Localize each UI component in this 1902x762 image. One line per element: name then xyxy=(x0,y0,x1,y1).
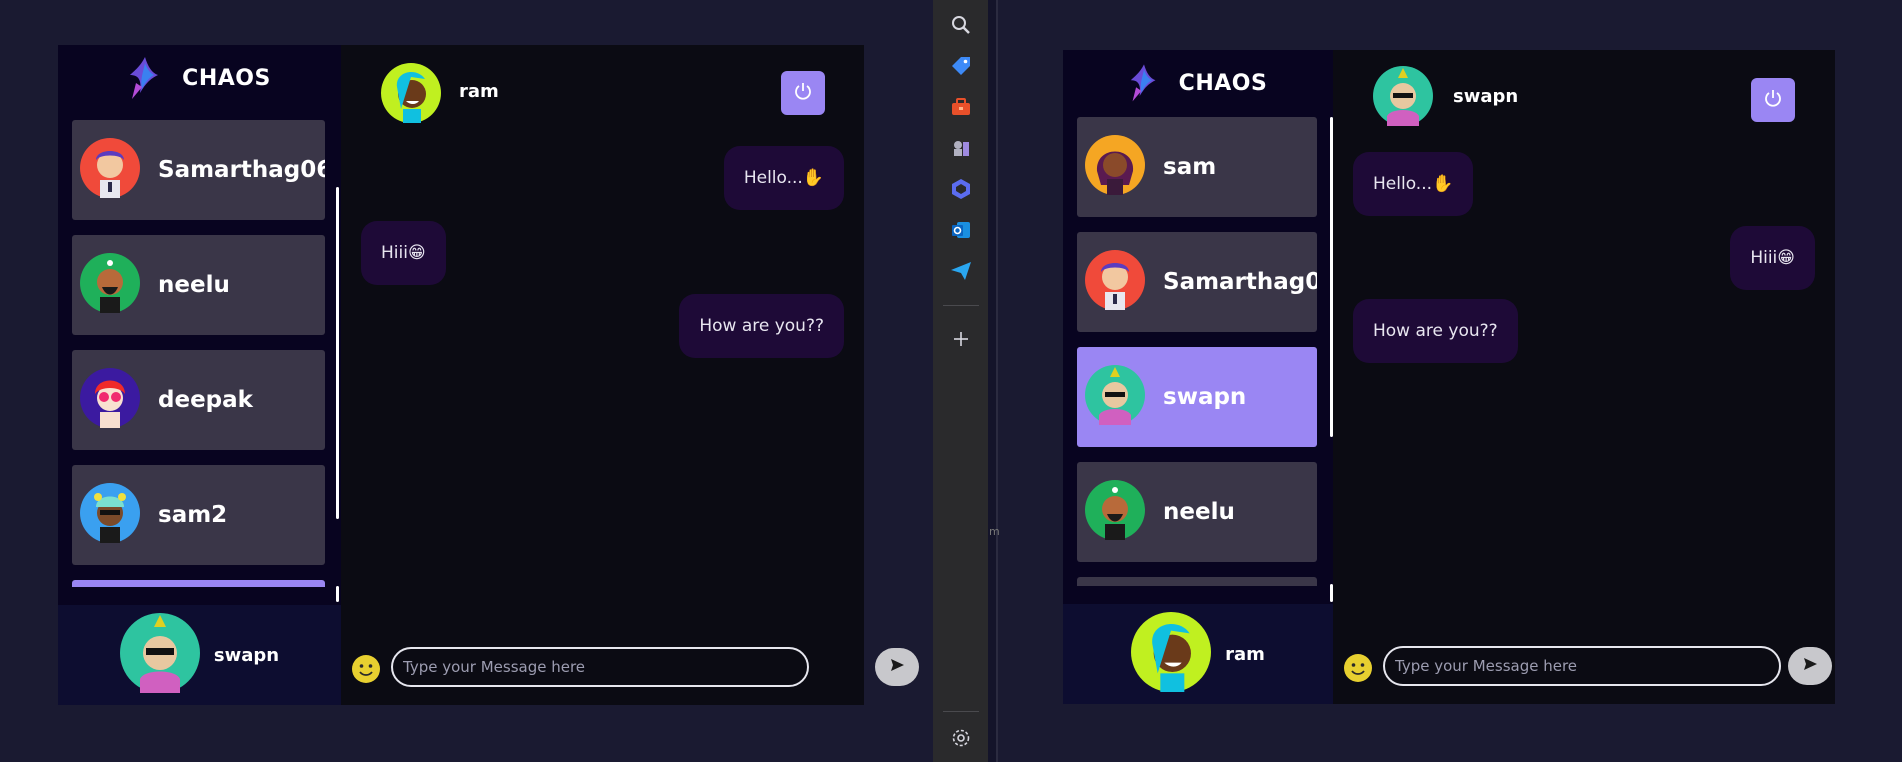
message-received: Hello...✋ xyxy=(1353,152,1474,216)
scrollbar-thumb-lower[interactable] xyxy=(336,586,339,602)
emoji-picker-button[interactable] xyxy=(351,654,381,684)
send-arrow-icon xyxy=(1802,656,1818,676)
message-sent: Hiii😁 xyxy=(1730,226,1815,290)
gear-icon[interactable] xyxy=(945,722,977,754)
contact-item[interactable]: neelu xyxy=(1077,462,1317,562)
contact-item[interactable]: Samarthag06 xyxy=(1077,232,1317,332)
chat-header: swapn xyxy=(1333,50,1835,146)
search-icon[interactable] xyxy=(945,9,977,41)
message-sent: How are you?? xyxy=(679,294,844,358)
power-icon xyxy=(793,81,813,105)
avatar xyxy=(1085,135,1145,199)
contact-item[interactable] xyxy=(1077,577,1317,586)
outlook-icon[interactable] xyxy=(945,214,977,246)
contact-name: neelu xyxy=(1163,499,1235,525)
contact-name: Samarthag06 xyxy=(1163,269,1317,295)
message-received: How are you?? xyxy=(1353,299,1518,363)
contact-list[interactable]: sam Samarthag06 swapn neelu xyxy=(1077,117,1317,586)
power-icon xyxy=(1763,88,1783,112)
message-input[interactable] xyxy=(391,647,809,687)
contact-name: neelu xyxy=(158,272,230,298)
current-user-name: ram xyxy=(1225,643,1265,665)
contact-item[interactable] xyxy=(72,580,325,587)
avatar xyxy=(1085,480,1145,544)
avatar xyxy=(80,368,140,432)
send-button[interactable] xyxy=(875,648,919,686)
contact-item[interactable]: neelu xyxy=(72,235,325,335)
chat-app-right: CHAOS sam Samarthag06 swapn xyxy=(1063,50,1835,704)
chat-partner-name: ram xyxy=(459,81,499,102)
plus-icon[interactable] xyxy=(945,323,977,355)
current-user: swapn xyxy=(58,605,341,705)
message-received: Hiii😁 xyxy=(361,221,446,285)
brand-name: CHAOS xyxy=(182,66,271,91)
avatar xyxy=(80,253,140,317)
contact-list[interactable]: Samarthag06 neelu deepak sam2 xyxy=(72,120,325,587)
chaos-logo-icon xyxy=(128,53,162,105)
chat-panel: ram Hello...✋ Hiii😁 How are you?? xyxy=(341,45,919,705)
brand: CHAOS xyxy=(58,45,341,112)
brand-name: CHAOS xyxy=(1178,71,1268,96)
copilot-icon[interactable] xyxy=(945,173,977,205)
contact-name: Samarthag06 xyxy=(158,157,325,183)
emoji-picker-button[interactable] xyxy=(1343,653,1373,683)
toolbox-icon[interactable] xyxy=(945,91,977,123)
avatar xyxy=(80,483,140,547)
contact-name: swapn xyxy=(1163,384,1247,410)
avatar xyxy=(381,63,441,127)
contact-item[interactable]: sam xyxy=(1077,117,1317,217)
tag-icon[interactable] xyxy=(945,50,977,82)
contact-item-selected[interactable]: swapn xyxy=(1077,347,1317,447)
contacts-panel: CHAOS sam Samarthag06 swapn xyxy=(1063,50,1333,704)
brand: CHAOS xyxy=(1063,50,1333,117)
send-icon[interactable] xyxy=(945,255,977,287)
edge-sidebar xyxy=(933,0,988,762)
contact-name: deepak xyxy=(158,387,253,413)
avatar xyxy=(1085,250,1145,314)
scrollbar-thumb[interactable] xyxy=(336,187,339,519)
current-user-name: swapn xyxy=(213,644,280,666)
chat-header: ram xyxy=(341,45,864,141)
contact-name: sam xyxy=(1163,154,1217,180)
contact-name: sam2 xyxy=(158,502,228,528)
message-composer xyxy=(1333,630,1835,704)
window-edge-glyph: m xyxy=(989,525,1000,538)
avatar xyxy=(119,613,200,697)
avatar xyxy=(1085,365,1145,429)
contact-item[interactable]: Samarthag06 xyxy=(72,120,325,220)
chat-partner-name: swapn xyxy=(1453,86,1519,107)
edge-divider-bottom xyxy=(943,711,979,712)
contact-item[interactable]: sam2 xyxy=(72,465,325,565)
send-arrow-icon xyxy=(889,657,905,677)
message-composer xyxy=(341,631,919,705)
logout-button[interactable] xyxy=(781,71,825,115)
avatar xyxy=(80,138,140,202)
chaos-logo-icon xyxy=(1129,59,1159,109)
message-input[interactable] xyxy=(1383,646,1781,686)
contacts-panel: CHAOS Samarthag06 neelu deepak sam2 swap… xyxy=(58,45,341,705)
message-sent: Hello...✋ xyxy=(723,146,844,210)
avatar xyxy=(1373,66,1433,130)
current-user: ram xyxy=(1063,604,1333,704)
contact-item[interactable]: deepak xyxy=(72,350,325,450)
chat-panel: swapn Hello...✋ Hiii😁 How are you?? xyxy=(1333,50,1835,704)
avatar xyxy=(1131,612,1212,696)
send-button[interactable] xyxy=(1788,647,1832,685)
chat-app-left: CHAOS Samarthag06 neelu deepak sam2 swap… xyxy=(58,45,919,705)
edge-divider xyxy=(942,305,979,306)
chess-icon[interactable] xyxy=(945,132,977,164)
logout-button[interactable] xyxy=(1751,78,1795,122)
